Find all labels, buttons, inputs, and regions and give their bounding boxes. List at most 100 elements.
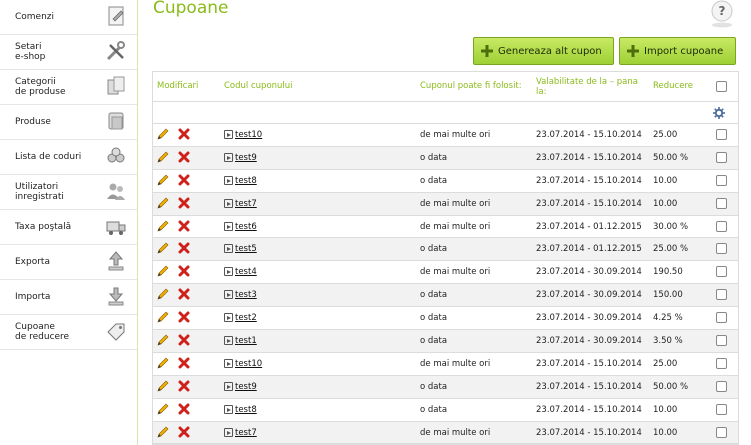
truck-icon — [106, 221, 126, 235]
sidebar-item-3[interactable]: Produse — [0, 105, 137, 140]
delete-icon[interactable] — [178, 242, 190, 254]
coupon-usage: o data — [420, 244, 448, 255]
coupon-code-link[interactable]: test9 — [235, 382, 257, 392]
upload-icon — [108, 251, 124, 271]
delete-icon[interactable] — [178, 357, 190, 369]
coupon-validity: 23.07.2014 - 15.10.2014 — [536, 358, 642, 369]
coupon-code-link[interactable]: test4 — [235, 267, 257, 277]
coupon-discount: 190.50 — [653, 267, 683, 278]
row-checkbox[interactable] — [716, 289, 727, 301]
sidebar-item-6[interactable]: Taxa poştală — [0, 210, 137, 245]
row-checkbox[interactable] — [716, 380, 727, 392]
row-checkbox[interactable] — [716, 220, 727, 232]
table-row: test10 de mai multe ori 23.07.2014 - 15.10… — [153, 353, 738, 376]
sidebar-item-1[interactable]: Setari e-shop — [0, 35, 137, 70]
svg-text:?: ? — [719, 4, 726, 18]
coupon-usage: de mai multe ori — [420, 198, 491, 209]
row-checkbox[interactable] — [716, 357, 727, 369]
row-checkbox[interactable] — [716, 266, 727, 278]
arrow-right-icon — [224, 130, 233, 139]
table-row: test5 o data 23.07.2014 - 01.12.2015 25.00 … — [153, 238, 738, 262]
gear-icon[interactable] — [713, 107, 725, 119]
select-all-checkbox[interactable] — [716, 81, 727, 92]
coupon-discount: 25.00 % — [653, 244, 689, 255]
arrow-right-icon — [224, 381, 233, 391]
coupon-code-link[interactable]: test8 — [235, 176, 257, 186]
row-checkbox[interactable] — [716, 243, 727, 255]
coupon-code-link[interactable]: test3 — [235, 290, 257, 300]
edit-pencil-icon[interactable] — [157, 265, 169, 277]
coupon-code-link[interactable]: test5 — [235, 244, 257, 254]
delete-icon[interactable] — [178, 426, 190, 438]
arrow-right-icon — [224, 175, 233, 185]
row-checkbox[interactable] — [716, 312, 727, 324]
edit-pencil-icon[interactable] — [157, 174, 169, 186]
header-code: Codul cuponului — [224, 81, 293, 91]
edit-pencil-icon[interactable] — [157, 311, 169, 323]
arrow-right-icon — [224, 358, 233, 368]
delete-icon[interactable] — [178, 288, 190, 300]
row-checkbox[interactable] — [716, 197, 727, 209]
sidebar-item-7[interactable]: Exporta — [0, 245, 137, 280]
sidebar-item-0[interactable]: Comenzi — [0, 0, 137, 35]
coupon-code-link[interactable]: test10 — [235, 130, 262, 140]
table-body: test10 de mai multe ori 23.07.2014 - 15.10… — [153, 124, 738, 445]
coupon-code-link[interactable]: test2 — [235, 313, 257, 323]
row-checkbox[interactable] — [716, 403, 727, 415]
coupon-validity: 23.07.2014 - 30.09.2014 — [536, 313, 642, 324]
coupon-code-link[interactable]: test7 — [235, 199, 257, 209]
row-checkbox[interactable] — [716, 129, 727, 140]
help-icon[interactable]: ? — [709, 0, 735, 28]
sidebar-item-label: Taxa poştală — [15, 222, 72, 232]
edit-pencil-icon[interactable] — [157, 128, 169, 140]
coupon-code-link[interactable]: test1 — [235, 336, 257, 346]
row-checkbox[interactable] — [716, 151, 727, 163]
sidebar-item-label: Produse — [15, 117, 51, 127]
sidebar-item-9[interactable]: Cupoane de reducere — [0, 315, 137, 350]
coupon-code-link[interactable]: test7 — [235, 428, 257, 438]
coupon-validity: 23.07.2014 - 30.09.2014 — [536, 290, 642, 301]
edit-pencil-icon[interactable] — [157, 288, 169, 300]
import-coupons-button[interactable]: Import cupoane — [619, 37, 736, 65]
delete-icon[interactable] — [178, 174, 190, 186]
delete-icon[interactable] — [178, 197, 190, 209]
table-row: test8 o data 23.07.2014 - 15.10.2014 10.00 — [153, 170, 738, 193]
tools-icon — [106, 41, 125, 61]
delete-icon[interactable] — [178, 220, 190, 232]
delete-icon[interactable] — [178, 265, 190, 277]
sidebar-item-2[interactable]: Categorii de produse — [0, 70, 137, 105]
coupon-discount: 30.00 % — [653, 221, 689, 232]
coupon-code-link[interactable]: test6 — [235, 222, 257, 232]
table-row: test2 o data 23.07.2014 - 30.09.2014 4.25 % — [153, 307, 738, 331]
header-usage: Cuponul poate fi folosit: — [420, 81, 522, 91]
edit-pencil-icon[interactable] — [157, 403, 169, 415]
delete-icon[interactable] — [178, 334, 190, 346]
sidebar-item-4[interactable]: Lista de coduri — [0, 140, 137, 175]
delete-icon[interactable] — [178, 311, 190, 323]
coupon-code-link[interactable]: test9 — [235, 153, 257, 163]
edit-pencil-icon[interactable] — [157, 220, 169, 232]
edit-pencil-icon[interactable] — [157, 197, 169, 209]
generate-coupon-button[interactable]: Genereaza alt cupon — [473, 37, 614, 65]
row-checkbox[interactable] — [716, 426, 727, 438]
delete-icon[interactable] — [178, 403, 190, 415]
arrow-right-icon — [224, 290, 233, 300]
coupon-code-link[interactable]: test10 — [235, 359, 262, 369]
coupon-code-link[interactable]: test8 — [235, 405, 257, 415]
edit-pencil-icon[interactable] — [157, 242, 169, 254]
delete-icon[interactable] — [178, 380, 190, 392]
table-row: test7 de mai multe ori 23.07.2014 - 15.10.… — [153, 192, 738, 216]
edit-pencil-icon[interactable] — [157, 357, 169, 369]
edit-pencil-icon[interactable] — [157, 334, 169, 346]
delete-icon[interactable] — [178, 128, 190, 140]
coupon-usage: o data — [420, 175, 448, 186]
edit-pencil-icon[interactable] — [157, 151, 169, 163]
edit-pencil-icon[interactable] — [157, 380, 169, 392]
edit-pencil-icon[interactable] — [157, 426, 169, 438]
table-row: test8 o data 23.07.2014 - 15.10.2014 10.00 — [153, 399, 738, 422]
row-checkbox[interactable] — [716, 174, 727, 186]
row-checkbox[interactable] — [716, 335, 727, 347]
sidebar-item-5[interactable]: Utilizatori inregistrati — [0, 175, 137, 210]
sidebar-item-8[interactable]: Importa — [0, 280, 137, 315]
delete-icon[interactable] — [178, 151, 190, 163]
